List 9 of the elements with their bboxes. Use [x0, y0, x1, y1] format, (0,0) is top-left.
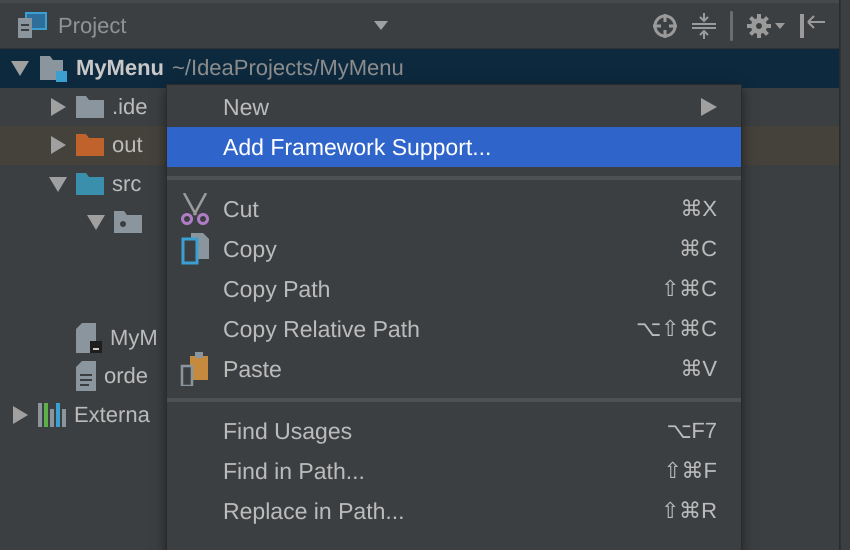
panel-title: Project [58, 12, 126, 38]
tree-label: .ide [112, 94, 148, 120]
tree-label: MyM [110, 324, 158, 351]
tree-label: src [112, 170, 142, 197]
tree-label: out [112, 132, 143, 158]
tree-label: MyMenu [76, 55, 164, 82]
tree-label: Externa [74, 402, 150, 428]
project-path: ~/IdeaProjects/MyMenu [172, 55, 404, 82]
tree-label: orde [104, 363, 148, 390]
